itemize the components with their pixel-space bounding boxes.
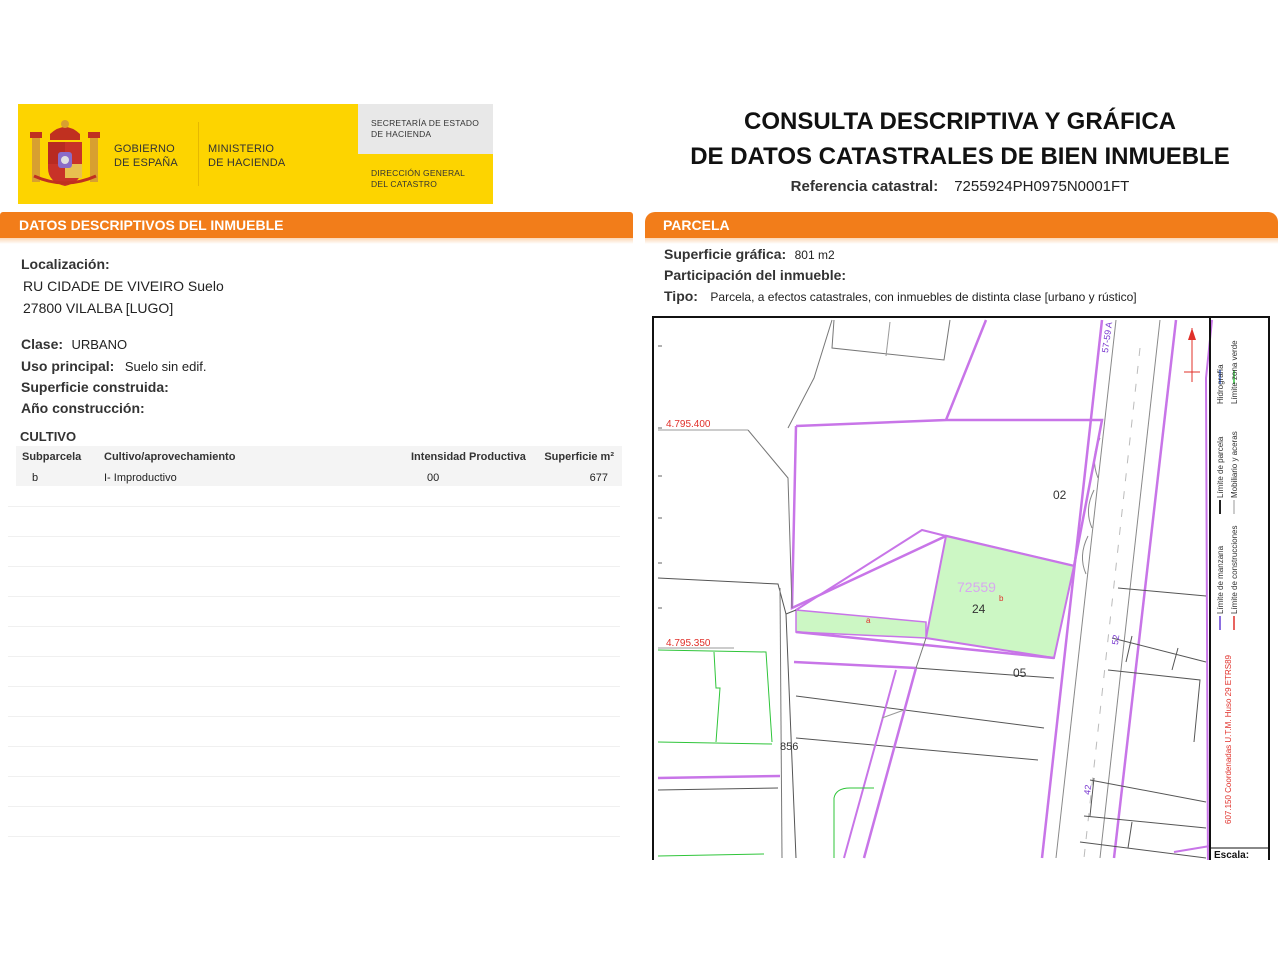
legend-limite-zona-verde: Límite zona verde: [1230, 340, 1239, 404]
street-number-52-label: 52: [1110, 634, 1122, 646]
gobierno-line-2: DE ESPAÑA: [114, 157, 178, 169]
ministerio-line-1: MINISTERIO: [208, 143, 275, 155]
col-superficie: Superficie m²: [544, 451, 614, 463]
title-line-2: DE DATOS CATASTRALES DE BIEN INMUEBLE: [690, 143, 1230, 170]
cultivo-table-header: Subparcela Cultivo/aprovechamiento Inten…: [22, 447, 614, 467]
parcel-num-label: 24: [972, 602, 986, 616]
secretaria-line-1: SECRETARÍA DE ESTADO: [371, 118, 480, 128]
table-row: b I- Improductivo 00 677: [22, 467, 614, 489]
ministerio-line-2: DE HACIENDA: [208, 157, 286, 169]
superficie-construida-label: Superficie construida:: [21, 379, 169, 395]
north-arrow-icon: [1184, 328, 1200, 382]
gobierno-line-1: GOBIERNO: [114, 143, 175, 155]
coat-of-arms-icon: [30, 120, 100, 186]
tipo-label: Tipo:: [664, 288, 698, 304]
tipo-value: Parcela, a efectos catastrales, con inmu…: [710, 290, 1137, 304]
secretaria-text: SECRETARÍA DE ESTADO DE HACIENDA: [371, 118, 479, 140]
superficie-grafica-row: Superficie gráfica: 801 m2: [664, 246, 835, 264]
cultivo-title: CULTIVO: [20, 429, 77, 444]
gobierno-logo-block: GOBIERNO DE ESPAÑA MINISTERIO DE HACIEND…: [18, 104, 358, 204]
page-title: CONSULTA DESCRIPTIVA Y GRÁFICA DE DATOS …: [640, 104, 1280, 174]
col-intensidad: Intensidad Productiva: [411, 451, 526, 463]
subparcel-a-label: a: [866, 616, 871, 625]
cell-cultivo: I- Improductivo: [104, 472, 177, 484]
localizacion-label: Localización:: [21, 256, 110, 272]
cell-intensidad: 00: [427, 472, 440, 484]
ref-value: 7255924PH0975N0001FT: [954, 178, 1130, 195]
ministerio-text: MINISTERIO DE HACIENDA: [208, 142, 285, 170]
legend-limite-manzana: Límite de manzana: [1216, 545, 1225, 614]
localizacion-line-1: RU CIDADE DE VIVEIRO Suelo: [23, 278, 224, 294]
secretaria-block: SECRETARÍA DE ESTADO DE HACIENDA DIRECCI…: [358, 104, 493, 204]
clase-label: Clase:: [21, 336, 64, 352]
cadastral-map[interactable]: 4.795.400 4.795.350 72559 24 a b 02 05 8…: [652, 316, 1270, 860]
ref-label: Referencia catastral:: [790, 178, 939, 195]
superficie-grafica-label: Superficie gráfica:: [664, 246, 787, 262]
gobierno-text: GOBIERNO DE ESPAÑA: [114, 142, 178, 170]
clase-row: Clase: URBANO: [21, 336, 127, 354]
uso-label: Uso principal:: [21, 358, 115, 374]
catastro-text: DIRECCIÓN GENERAL DEL CATASTRO: [371, 168, 465, 190]
secretaria-line-2: DE HACIENDA: [371, 129, 432, 139]
localizacion-line-2: 27800 VILALBA [LUGO]: [23, 300, 174, 316]
parcel-02-label: 02: [1053, 488, 1067, 502]
cultivo-table: Subparcela Cultivo/aprovechamiento Inten…: [22, 447, 614, 489]
street-number-42-label: 42: [1082, 784, 1094, 796]
parcel-05-label: 05: [1013, 666, 1027, 680]
col-subparcela: Subparcela: [22, 451, 82, 463]
referencia-catastral: Referencia catastral: 7255924PH0975N0001F…: [640, 178, 1280, 195]
coord-label-2: 4.795.350: [666, 638, 711, 649]
descriptive-data-bar: DATOS DESCRIPTIVOS DEL INMUEBLE: [0, 212, 633, 244]
uso-value: Suelo sin edif.: [124, 359, 207, 374]
parcel-856-label: 856: [780, 741, 799, 753]
coord-label-1: 4.795.400: [666, 419, 711, 430]
clase-value: URBANO: [71, 337, 128, 352]
catastro-line-1: DIRECCIÓN GENERAL: [371, 168, 466, 178]
parcel-ref-label: 72559: [957, 579, 996, 595]
catastro-line-2: DEL CATASTRO: [371, 179, 438, 189]
uso-row: Uso principal: Suelo sin edif.: [21, 358, 206, 376]
parcela-bar: PARCELA: [645, 212, 1278, 244]
empty-table-area: [8, 490, 622, 858]
descriptive-data-title: DATOS DESCRIPTIVOS DEL INMUEBLE: [19, 217, 284, 233]
col-cultivo: Cultivo/aprovechamiento: [104, 451, 236, 463]
superficie-grafica-value: 801 m2: [794, 248, 835, 262]
cell-superficie: 677: [589, 472, 608, 484]
subparcel-b-label: b: [999, 594, 1004, 603]
legend-limite-construcciones: Límite de construcciones: [1230, 525, 1239, 615]
legend-mobiliario-aceras: Mobiliario y aceras: [1230, 431, 1239, 498]
tipo-row: Tipo: Parcela, a efectos catastrales, co…: [664, 288, 1137, 306]
title-line-1: CONSULTA DESCRIPTIVA Y GRÁFICA: [743, 108, 1177, 135]
anio-construccion-label: Año construcción:: [21, 400, 145, 416]
utm-coordinates-note: 607.150 Coordenadas U.T.M. Huso 29 ETRS8…: [1224, 655, 1233, 824]
legend-limite-parcela: Límite de parcela: [1216, 436, 1225, 498]
cell-subparcela: b: [32, 472, 39, 484]
participacion-label: Participación del inmueble:: [664, 267, 847, 283]
escala-label: Escala:: [1214, 850, 1250, 860]
parcela-title: PARCELA: [663, 217, 730, 233]
legend-hidrografia: Hidrografía: [1216, 364, 1225, 404]
logo-divider: [198, 122, 199, 186]
